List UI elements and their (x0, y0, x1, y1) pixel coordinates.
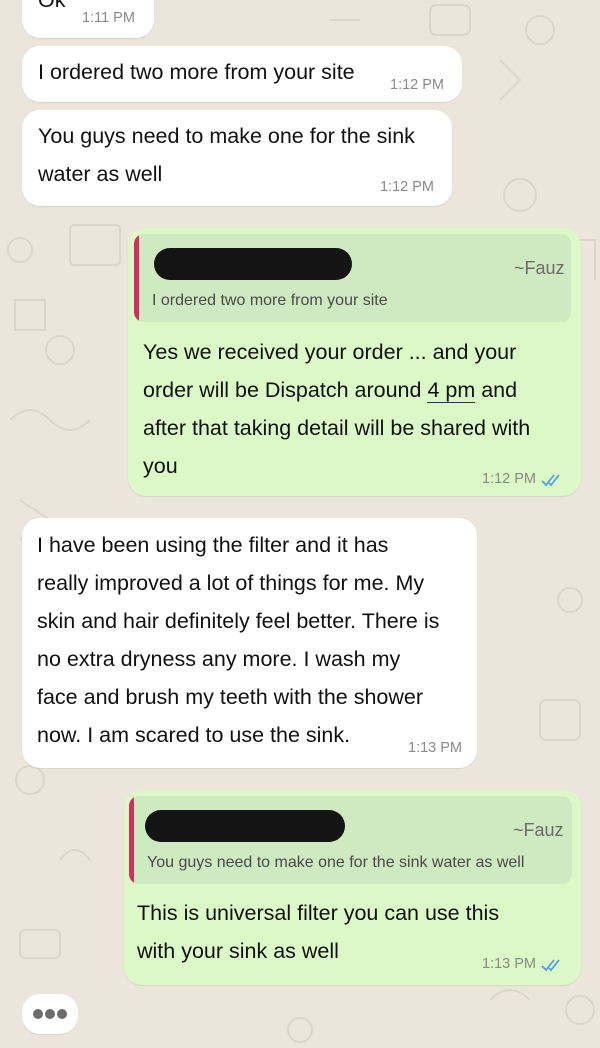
message-bubble-incoming[interactable]: I have been using the filter and it has … (22, 518, 477, 768)
typing-dot (33, 1009, 43, 1019)
message-text-line: I have been using the filter and it has (37, 533, 389, 557)
message-text-line: order will be Dispatch around 4 pm and (143, 371, 517, 409)
redacted-phone-number (145, 810, 345, 842)
redacted-phone-number (154, 248, 352, 280)
quoted-message[interactable]: ~Fauz You guys need to make one for the … (129, 796, 572, 884)
message-text: Ok (38, 0, 66, 12)
message-text-line: now. I am scared to use the sink. (37, 723, 351, 747)
typing-dot (57, 1009, 67, 1019)
message-text-segment: and (475, 378, 518, 402)
read-ticks-icon (541, 959, 560, 972)
message-text-line: you (143, 454, 178, 478)
quoted-message[interactable]: ~Fauz I ordered two more from your site (134, 234, 571, 322)
message-text-line: skin and hair definitely feel better. Th… (37, 609, 440, 633)
message-time: 1:13 PM (482, 956, 536, 972)
message-text-line: This is universal filter you can use thi… (137, 901, 500, 925)
message-text-line: water as well (38, 162, 163, 186)
message-bubble-incoming[interactable]: I ordered two more from your site 1:12 P… (22, 46, 462, 102)
message-text-line: You guys need to make one for the sink (38, 124, 415, 148)
quoted-sender: ~Fauz (514, 258, 565, 278)
typing-dot (45, 1009, 55, 1019)
message-bubble-outgoing[interactable]: ~Fauz I ordered two more from your site … (128, 228, 581, 496)
message-bubble-incoming[interactable]: Ok 1:11 PM (22, 0, 154, 38)
message-text-line: after that taking detail will be shared … (143, 416, 531, 440)
message-text-segment: order will be Dispatch around (143, 378, 428, 402)
time-link[interactable]: 4 pm (427, 378, 476, 403)
quoted-text: I ordered two more from your site (152, 292, 388, 309)
message-time: 1:12 PM (482, 471, 536, 487)
message-text-line: with your sink as well (137, 939, 339, 963)
message-text-line: no extra dryness any more. I wash my (37, 647, 401, 671)
message-text-line: really improved a lot of things for me. … (37, 571, 425, 595)
message-bubble-incoming[interactable]: You guys need to make one for the sink w… (22, 110, 452, 206)
message-text-line: Yes we received your order ... and your (143, 340, 517, 364)
message-time: 1:12 PM (380, 179, 434, 195)
quote-accent-bar (129, 796, 134, 884)
message-text-line: face and brush my teeth with the shower (37, 685, 424, 709)
typing-indicator (22, 994, 78, 1034)
read-ticks-icon (541, 474, 560, 487)
message-time: 1:11 PM (82, 10, 135, 26)
quoted-sender: ~Fauz (513, 820, 564, 840)
message-bubble-outgoing[interactable]: ~Fauz You guys need to make one for the … (124, 790, 581, 985)
message-time: 1:12 PM (390, 77, 444, 93)
quoted-text: You guys need to make one for the sink w… (147, 854, 525, 871)
message-time: 1:13 PM (408, 740, 462, 756)
message-text: I ordered two more from your site (38, 60, 355, 84)
quote-accent-bar (134, 234, 139, 322)
